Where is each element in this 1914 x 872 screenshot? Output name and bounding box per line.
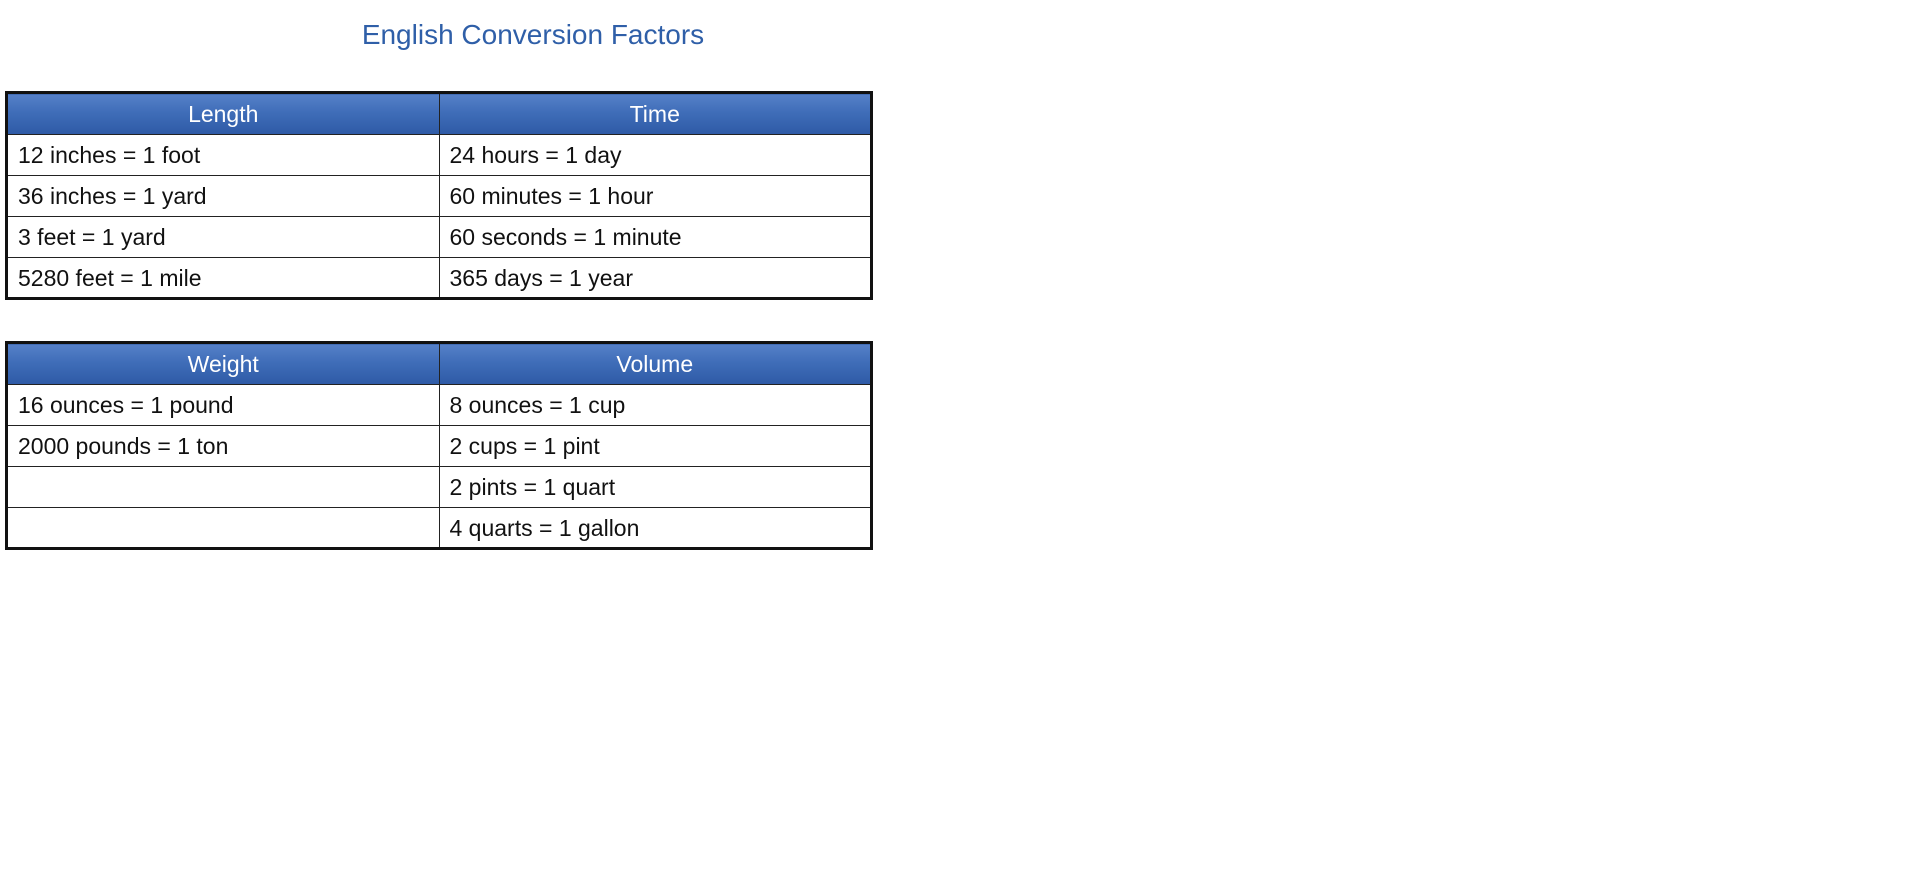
table-row: 2 pints = 1 quart: [6, 466, 872, 508]
weight-volume-table: Weight Volume 16 ounces = 1 pound 8 ounc…: [5, 341, 873, 550]
table-row: 12 inches = 1 foot 24 hours = 1 day: [6, 134, 872, 176]
table-cell: 16 ounces = 1 pound: [6, 384, 440, 426]
length-time-table: Length Time 12 inches = 1 foot 24 hours …: [5, 91, 873, 300]
table-row: 16 ounces = 1 pound 8 ounces = 1 cup: [6, 384, 872, 426]
table-header-row: Length Time: [6, 92, 872, 135]
table-cell: 2 pints = 1 quart: [438, 466, 872, 508]
table-cell: 5280 feet = 1 mile: [6, 257, 440, 299]
table-cell: 24 hours = 1 day: [438, 134, 872, 176]
table-cell: 8 ounces = 1 cup: [438, 384, 872, 426]
table-row: 4 quarts = 1 gallon: [6, 507, 872, 549]
column-header-volume: Volume: [438, 342, 872, 385]
table-row: 36 inches = 1 yard 60 minutes = 1 hour: [6, 175, 872, 217]
table-cell: [6, 466, 440, 508]
page-title: English Conversion Factors: [361, 19, 705, 50]
column-header-weight: Weight: [6, 342, 440, 385]
table-cell: 2000 pounds = 1 ton: [6, 425, 440, 467]
table-cell: 365 days = 1 year: [438, 257, 872, 299]
column-header-length: Length: [6, 92, 440, 135]
table-row: 2000 pounds = 1 ton 2 cups = 1 pint: [6, 425, 872, 467]
table-cell: 60 seconds = 1 minute: [438, 216, 872, 258]
table-header-row: Weight Volume: [6, 342, 872, 385]
table-cell: 36 inches = 1 yard: [6, 175, 440, 217]
table-cell: 12 inches = 1 foot: [6, 134, 440, 176]
table-cell: 3 feet = 1 yard: [6, 216, 440, 258]
table-cell: 60 minutes = 1 hour: [438, 175, 872, 217]
table-cell: 4 quarts = 1 gallon: [438, 507, 872, 549]
table-cell: [6, 507, 440, 549]
table-cell: 2 cups = 1 pint: [438, 425, 872, 467]
table-row: 3 feet = 1 yard 60 seconds = 1 minute: [6, 216, 872, 258]
table-row: 5280 feet = 1 mile 365 days = 1 year: [6, 257, 872, 299]
column-header-time: Time: [438, 92, 872, 135]
